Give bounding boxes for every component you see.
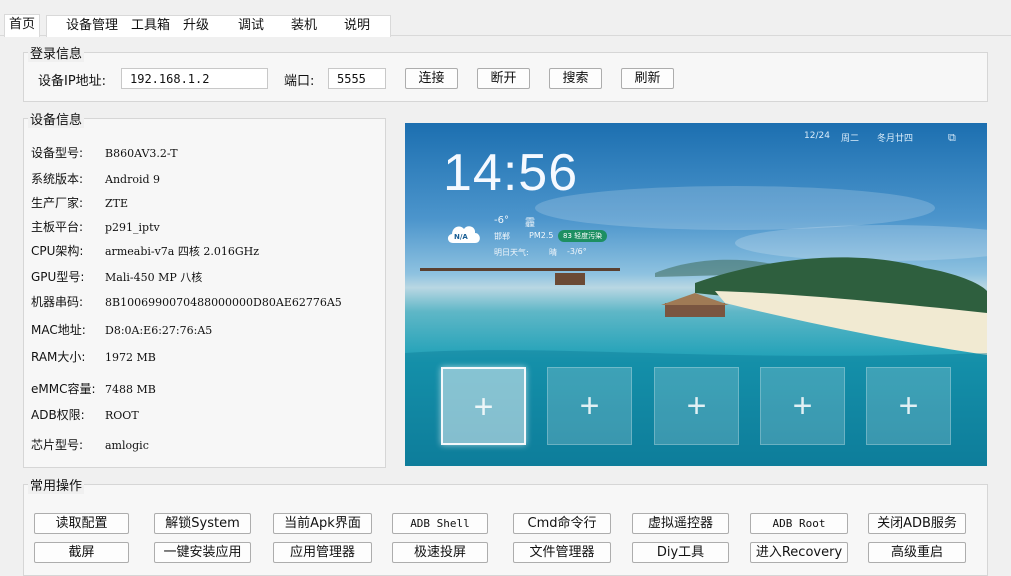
virtual-remote-button[interactable]: 虚拟遥控器 xyxy=(632,513,729,534)
device-info-group-title: 设备信息 xyxy=(28,109,85,128)
common-ops-group-title: 常用操作 xyxy=(28,475,85,494)
app-tile-1[interactable]: + xyxy=(441,367,526,445)
app-tile-3[interactable]: + xyxy=(654,367,739,445)
tv-screen-preview[interactable]: 12/24 周二 冬月廿四 ⧉ 14:56 N/A -6° 霾 邯郸 PM2.5… xyxy=(405,123,987,466)
info-key: CPU架构: xyxy=(31,244,84,258)
info-row-mac: MAC地址: D8:0A:E6:27:76:A5 xyxy=(31,321,212,338)
cmd-button[interactable]: Cmd命令行 xyxy=(513,513,611,534)
info-row-vendor: 生产厂家: ZTE xyxy=(31,194,128,211)
info-key: eMMC容量: xyxy=(31,382,96,396)
info-value: 1972 MB xyxy=(105,351,156,364)
weather-na-label: N/A xyxy=(454,233,468,241)
pm25-label: PM2.5 xyxy=(529,231,554,240)
connect-button[interactable]: 连接 xyxy=(405,68,458,89)
pm25-badge: 83 轻度污染 xyxy=(558,230,608,242)
info-key: 系统版本: xyxy=(31,172,84,186)
weather-condition: 霾 xyxy=(525,218,535,229)
close-adb-button[interactable]: 关闭ADB服务 xyxy=(868,513,966,534)
port-label: 端口: xyxy=(284,74,315,89)
info-value: Mali-450 MP 八核 xyxy=(105,271,203,284)
info-row-chip: 芯片型号: amlogic xyxy=(31,436,149,453)
weather-temp: -6° xyxy=(494,215,509,226)
info-key: MAC地址: xyxy=(31,323,86,337)
app-tile-4[interactable]: + xyxy=(760,367,845,445)
tab-device-management[interactable]: 设备管理 xyxy=(62,16,122,36)
tab-upgrade[interactable]: 升级 xyxy=(179,16,213,36)
info-row-emmc: eMMC容量: 7488 MB xyxy=(31,380,156,397)
adb-root-button[interactable]: ADB Root xyxy=(750,513,848,534)
info-value: ROOT xyxy=(105,409,139,422)
app-tile-2[interactable]: + xyxy=(547,367,632,445)
tomorrow-temp: -3/6° xyxy=(567,247,587,256)
info-value: amlogic xyxy=(105,439,149,452)
refresh-button[interactable]: 刷新 xyxy=(621,68,674,89)
info-key: RAM大小: xyxy=(31,350,86,364)
tomorrow-condition: 晴 xyxy=(549,248,557,257)
file-manager-button[interactable]: 文件管理器 xyxy=(513,542,611,563)
advanced-reboot-button[interactable]: 高级重启 xyxy=(868,542,966,563)
info-key: 生产厂家: xyxy=(31,196,84,210)
info-value: D8:0A:E6:27:76:A5 xyxy=(105,324,213,337)
info-value: p291_iptv xyxy=(105,221,160,234)
app-tile-5[interactable]: + xyxy=(866,367,951,445)
unlock-system-button[interactable]: 解锁System xyxy=(154,513,251,534)
info-value: Android 9 xyxy=(105,173,161,186)
disconnect-button[interactable]: 断开 xyxy=(477,68,530,89)
info-key: 机器串码: xyxy=(31,295,84,309)
weather-city: 邯郸 xyxy=(494,232,510,241)
info-key: 主板平台: xyxy=(31,220,84,234)
diy-tools-button[interactable]: Diy工具 xyxy=(632,542,729,563)
info-key: ADB权限: xyxy=(31,408,85,422)
info-row-model: 设备型号: B860AV3.2-T xyxy=(31,144,178,161)
preview-clock: 14:56 xyxy=(443,144,579,202)
preview-date: 12/24 xyxy=(804,131,830,141)
info-key: 芯片型号: xyxy=(31,438,84,452)
info-value: B860AV3.2-T xyxy=(105,147,178,160)
tab-help[interactable]: 说明 xyxy=(340,16,374,36)
ip-label: 设备IP地址: xyxy=(38,74,107,89)
tab-debug[interactable]: 调试 xyxy=(234,16,268,36)
info-row-board: 主板平台: p291_iptv xyxy=(31,218,160,235)
tab-install[interactable]: 装机 xyxy=(287,16,321,36)
port-input[interactable]: 5555 xyxy=(328,68,386,89)
enter-recovery-button[interactable]: 进入Recovery xyxy=(750,542,848,563)
info-key: GPU型号: xyxy=(31,270,85,284)
info-value: armeabi-v7a 四核 2.016GHz xyxy=(105,245,260,258)
window-icon: ⧉ xyxy=(948,131,956,144)
info-row-os: 系统版本: Android 9 xyxy=(31,170,160,187)
preview-weekday: 周二 xyxy=(841,134,860,144)
info-value: ZTE xyxy=(105,197,129,210)
app-manager-button[interactable]: 应用管理器 xyxy=(273,542,372,563)
tomorrow-label: 明日天气: xyxy=(494,248,529,257)
current-apk-button[interactable]: 当前Apk界面 xyxy=(273,513,372,534)
info-row-adb: ADB权限: ROOT xyxy=(31,406,139,423)
tab-toolbox[interactable]: 工具箱 xyxy=(127,16,174,36)
tab-home[interactable]: 首页 xyxy=(4,14,41,37)
info-row-gpu: GPU型号: Mali-450 MP 八核 xyxy=(31,268,202,285)
screenshot-button[interactable]: 截屏 xyxy=(34,542,129,563)
search-button[interactable]: 搜索 xyxy=(549,68,602,89)
ip-input[interactable]: 192.168.1.2 xyxy=(121,68,268,89)
adb-shell-button[interactable]: ADB Shell xyxy=(392,513,488,534)
info-row-serial: 机器串码: 8B1006990070488000000D80AE62776A5 xyxy=(31,293,342,310)
fast-cast-button[interactable]: 极速投屏 xyxy=(392,542,488,563)
install-apps-button[interactable]: 一键安装应用 xyxy=(154,542,251,563)
tab-bar: 首页 设备管理 工具箱 升级 调试 装机 说明 xyxy=(0,0,1011,37)
info-key: 设备型号: xyxy=(31,146,84,160)
info-value: 7488 MB xyxy=(105,383,156,396)
preview-lunar-date: 冬月廿四 xyxy=(877,134,914,144)
login-group-title: 登录信息 xyxy=(28,43,85,62)
info-row-cpu: CPU架构: armeabi-v7a 四核 2.016GHz xyxy=(31,242,259,259)
info-value: 8B1006990070488000000D80AE62776A5 xyxy=(105,296,342,309)
read-config-button[interactable]: 读取配置 xyxy=(34,513,129,534)
info-row-ram: RAM大小: 1972 MB xyxy=(31,348,156,365)
